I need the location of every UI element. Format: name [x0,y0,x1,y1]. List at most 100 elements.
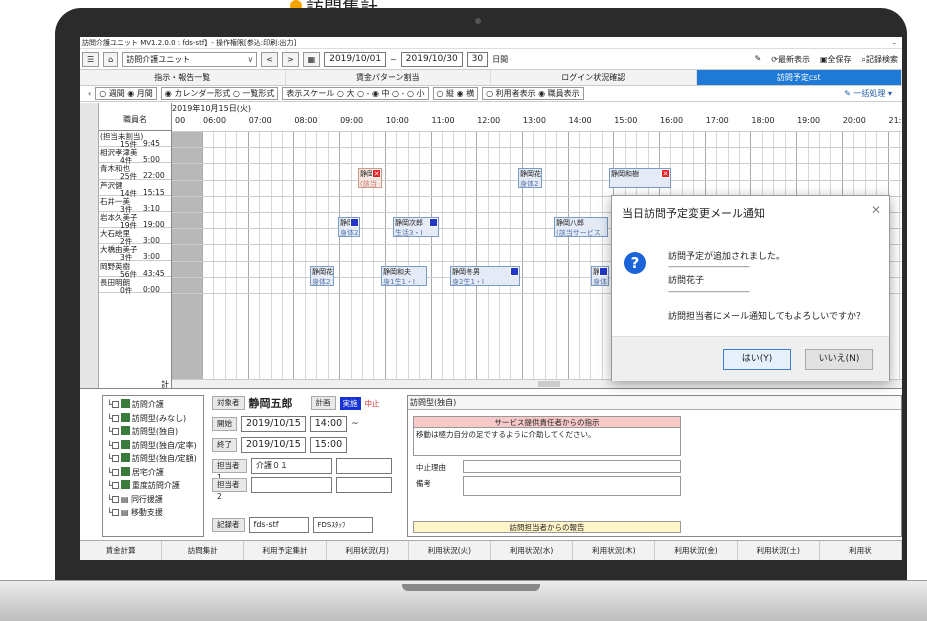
cancel-icon: ✕ [372,169,381,179]
start-date-field[interactable]: 2019/10/15 [241,416,306,432]
footer-tab[interactable]: 利用予定集計 [244,541,327,560]
scale-radio[interactable]: 表示スケール ○ 大 ○ - ◉ 中 ○ - ○ 小 [282,87,429,100]
staff2-extra-field[interactable] [336,477,392,493]
tab-visit-schedule[interactable]: 訪問予定cst [696,70,902,85]
period-radio[interactable]: ○ 週間 ◉ 月間 [95,87,157,100]
staff-row[interactable]: 大橋由美子 3件 3:00 [99,244,171,262]
end-time-field[interactable]: 15:00 [309,437,348,453]
checkbox[interactable] [111,441,119,449]
instruction-text[interactable]: 移動は極力自分の足でするように介助してください。 [413,428,681,456]
visit-block[interactable]: 静岡冬男 身2生1・I [450,265,520,286]
footer-tab[interactable]: 訪問集計 [162,541,245,560]
footer-tab[interactable]: 利用状況(月) [327,541,409,560]
days-field[interactable]: 30 [466,51,489,67]
footer-tab[interactable]: 利用状況(土) [738,541,820,560]
wrench-icon[interactable]: ✎ [755,54,762,65]
record-search-button[interactable]: ⌕記録検索 [862,54,898,65]
options-bar: ‹ ○ 週間 ◉ 月間 ◉ カレンダー形式 ○ 一覧形式 表示スケール ○ 大 … [80,86,902,102]
staff-row[interactable]: (担当未割当) 15件 9:45 [99,131,171,149]
checkbox[interactable] [111,468,119,476]
checkbox[interactable] [111,509,119,516]
date-from-field[interactable]: 2019/10/01 [324,51,387,67]
footer-tab[interactable]: 賃金計算 [80,541,163,560]
checkbox[interactable] [111,401,119,408]
scroll-thumb[interactable] [538,381,560,387]
next-button[interactable]: > [281,51,299,67]
staff1-extra-field[interactable] [336,458,392,474]
plan-toggle[interactable]: 計画 [310,396,336,410]
visit-block[interactable]: 静岡和夫 身1生1・I [381,265,427,286]
tree-item[interactable]: └ 訪問型(独自) [107,425,203,439]
staff-row[interactable]: 岩本久美子 19件 19:00 [99,212,171,230]
orient-radio[interactable]: ○ 縦 ◉ 横 [432,87,479,100]
unit-icon[interactable]: ⌂ [103,51,119,67]
actual-toggle[interactable]: 実施 [339,396,361,410]
recorder-name-field[interactable]: FDSｽﾀｯﾌ [312,517,373,533]
no-button[interactable]: いいえ(N) [805,349,873,370]
tab-wage-pattern[interactable]: 賃金パターン割当 [285,70,491,85]
visit-block[interactable]: 静岡花 身体2 [310,265,334,286]
tree-item[interactable]: └ 訪問型(独自/定額) [107,452,203,466]
tree-item[interactable]: └ 重度訪問介護 [107,479,203,493]
staff-row[interactable]: 長田明朗 0件 0:00 [99,277,171,295]
visit-block[interactable]: 静岡身体2 [591,265,609,286]
visit-block[interactable]: 静岡次郎 生活3・I [393,217,439,237]
footer-tab[interactable]: 利用状況(水) [491,541,574,560]
prev-button[interactable]: < [261,51,278,67]
date-to-field[interactable]: 2019/10/30 [400,51,463,67]
footer-tab[interactable]: 利用状況(木) [573,541,656,560]
left-scrollbar[interactable] [80,103,99,388]
back-icon[interactable]: ‹ [88,89,91,98]
tree-item[interactable]: └ 訪問型(独自/定率) [107,439,203,453]
end-row: 終了 2019/10/15 15:00 [212,437,348,453]
close-icon[interactable]: ✕ [871,203,881,217]
save-all-button[interactable]: ▣全保存 [820,54,852,65]
tree-item[interactable]: └ 居宅介護 [107,466,203,480]
checkbox[interactable] [111,495,119,503]
checkbox[interactable] [111,428,119,435]
tree-item[interactable]: └ ▤ 同行援護 [107,493,203,507]
stop-toggle[interactable]: 中止 [365,398,380,409]
grid-line [476,131,478,379]
footer-tab[interactable]: 利用状況(金) [655,541,738,560]
hour-label: 06:00 [203,116,227,125]
staff-row[interactable]: 青木和也 25件 22:00 [99,163,171,181]
unit-select[interactable]: 訪問介護ユニット ∨ [122,51,258,67]
staff-row[interactable]: 大石絵里 2件 3:00 [99,228,171,246]
tree-item[interactable]: └ ▤ 移動支援 [107,506,203,520]
staff-row[interactable]: 岡野英樹 56件 43:45 [99,261,171,279]
display-radio[interactable]: ○ 利用者表示 ◉ 職員表示 [482,87,584,100]
tab-login-status[interactable]: ログイン状況確認 [491,70,697,85]
staff-row[interactable]: 相沢孝津美 4件 5:00 [99,147,171,165]
bulk-process-button[interactable]: ✎ 一括処理 ▾ [844,88,892,99]
refresh-button[interactable]: ⟳最新表示 [771,54,810,65]
staff-row[interactable]: 石井一美 3件 3:10 [99,196,171,214]
end-date-field[interactable]: 2019/10/15 [241,437,306,453]
footer-tab[interactable]: 利用状況(火) [409,541,492,560]
visit-block[interactable]: 静岡八郎 (該当サービスなし) [554,217,608,237]
calendar-icon[interactable]: ▦ [302,51,321,67]
form-radio[interactable]: ◉ カレンダー形式 ○ 一覧形式 [160,87,279,100]
tree-item[interactable]: └ 訪問型(みなし) [107,412,203,426]
visit-block[interactable]: 静岡次(該当サ✕ [358,168,382,189]
start-row: 開始 2019/10/15 14:00 ~ [212,416,359,432]
footer-tab[interactable]: 利用状 [820,541,902,560]
tab-instructions[interactable]: 指示・報告一覧 [80,70,286,85]
visit-block[interactable]: 静岡花 身体2 [518,168,542,189]
start-time-field[interactable]: 14:00 [309,416,348,432]
note-field[interactable] [463,476,681,496]
staff1-field[interactable]: 介護０１ [250,458,333,474]
checkbox[interactable] [111,455,119,462]
checkbox[interactable] [111,414,119,422]
visit-block[interactable]: 静岡和樹 ✕ [609,168,671,189]
menu-icon[interactable]: ☰ [82,51,100,67]
checkbox[interactable] [111,482,119,489]
staff2-field[interactable] [250,477,333,493]
recorder-field[interactable]: fds-stf [248,517,309,533]
staff-row[interactable]: 芦沢健 14件 15:15 [99,180,171,198]
yes-button[interactable]: はい(Y) [723,349,791,370]
minimize-button[interactable]: – [893,37,897,49]
visit-block[interactable]: 静岡身体2 [338,217,360,237]
stop-reason-field[interactable] [463,460,681,473]
tree-item[interactable]: └ 訪問介護 [107,398,203,412]
